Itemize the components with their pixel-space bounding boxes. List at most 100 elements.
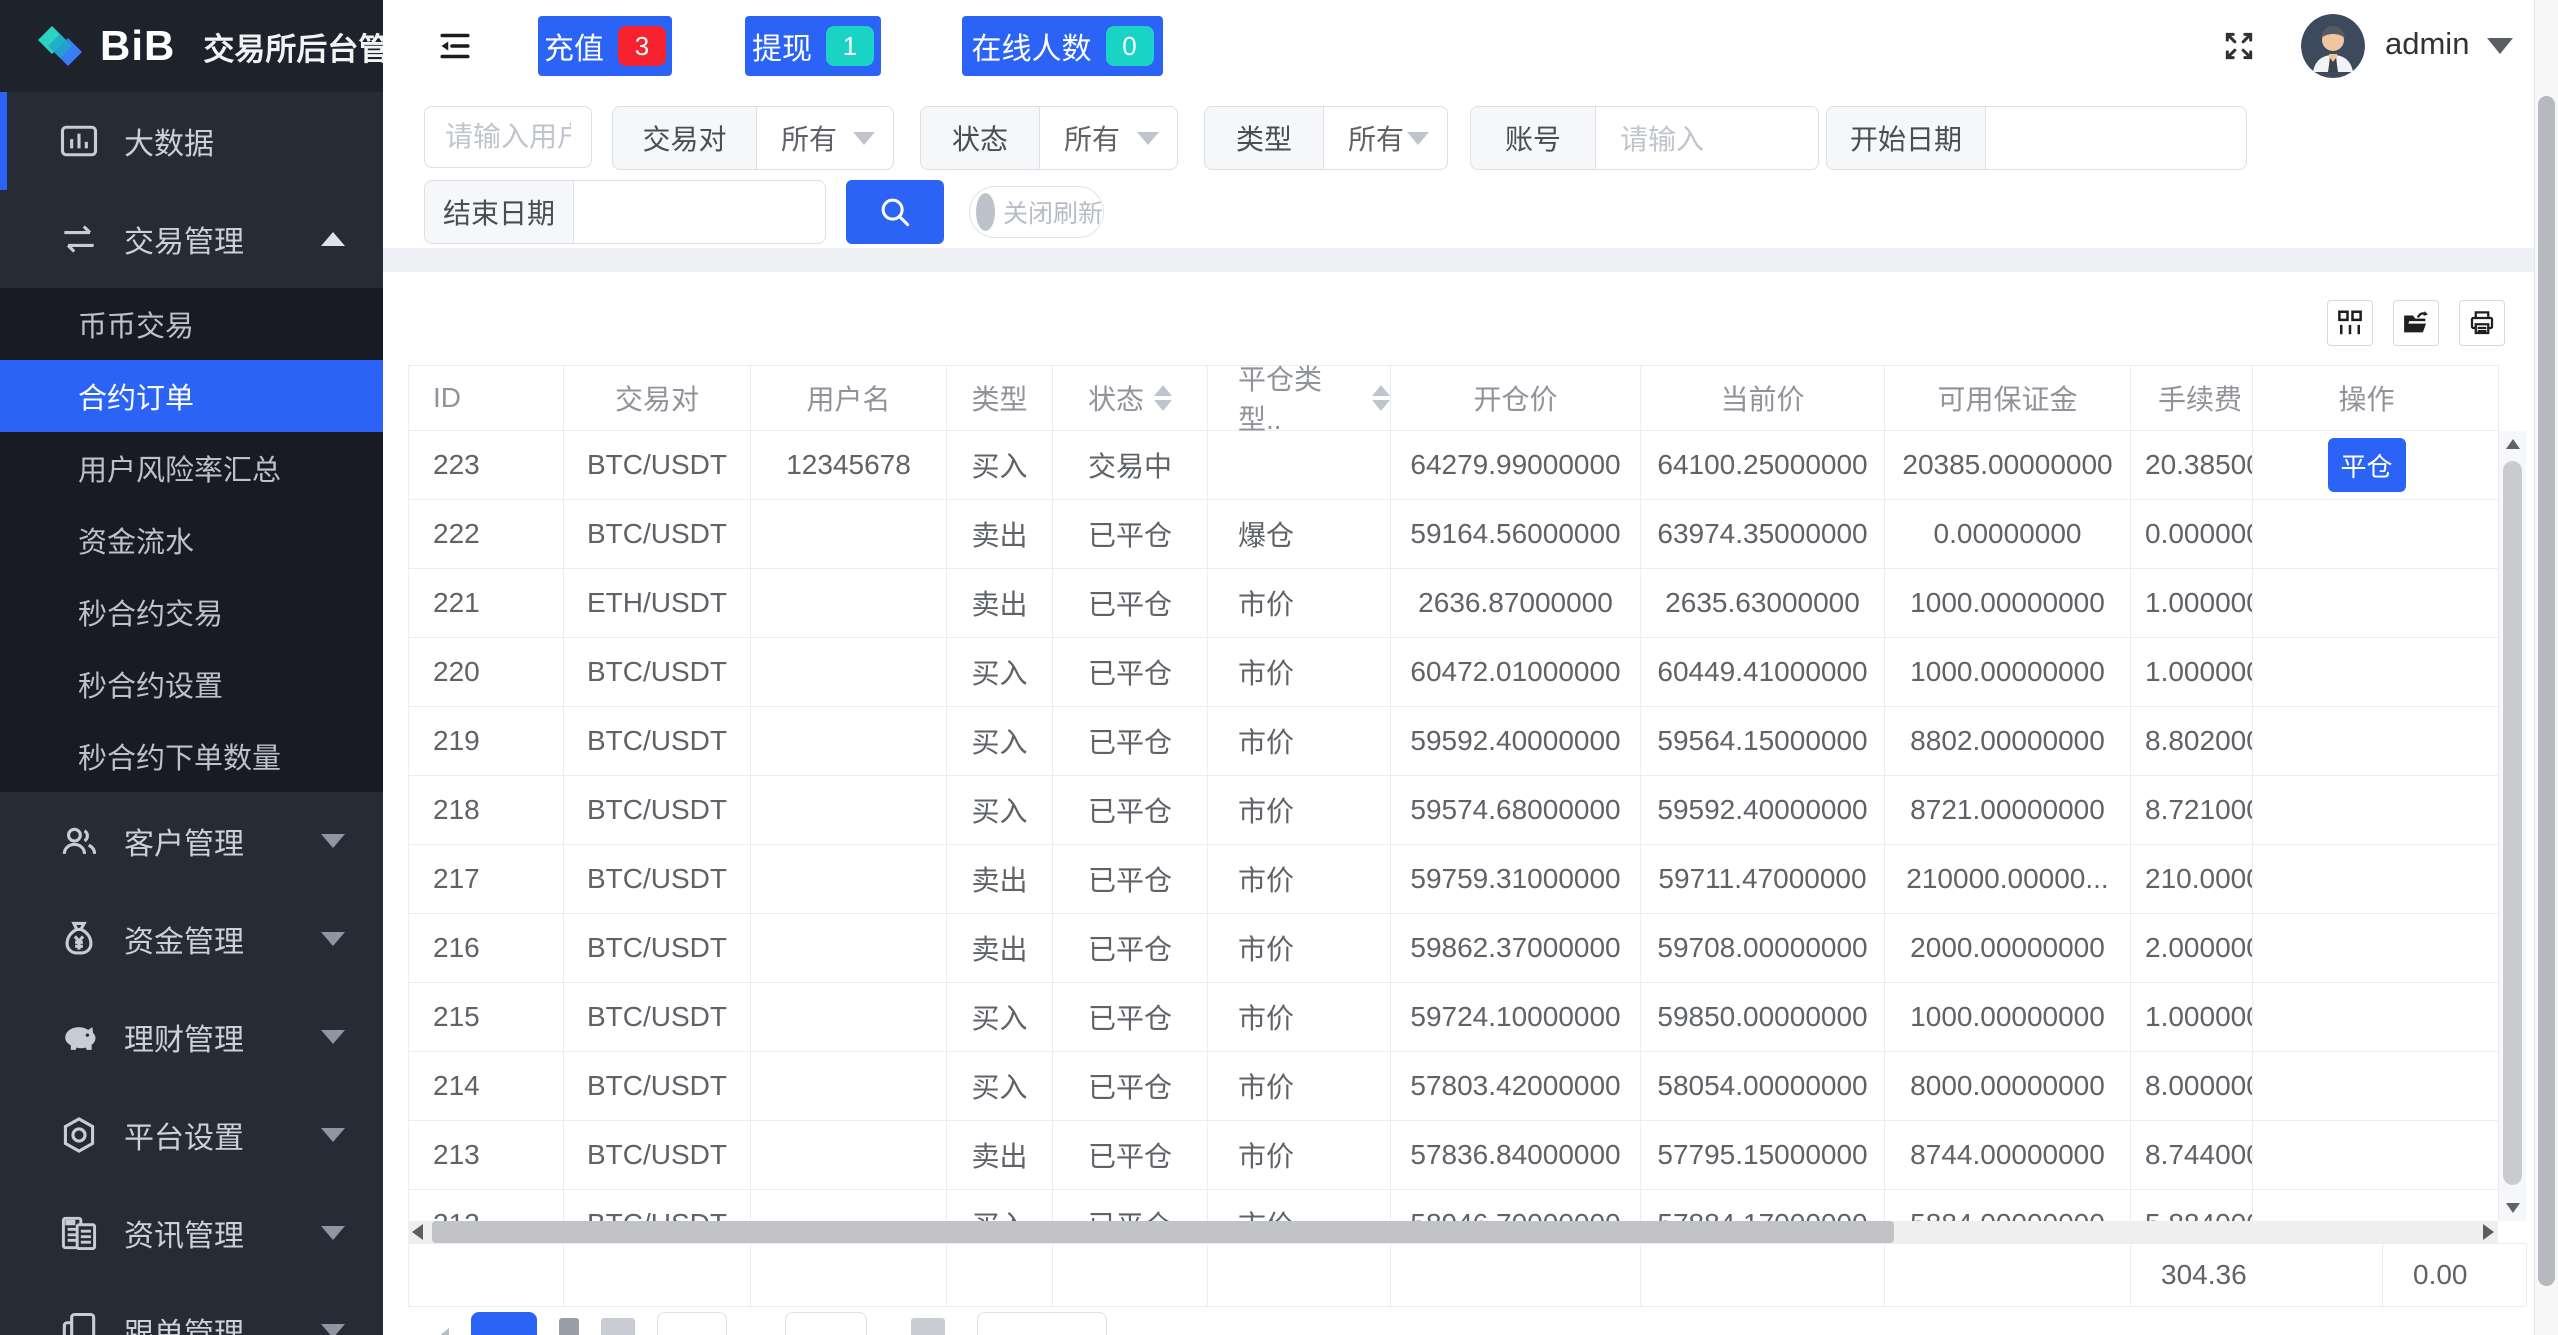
page-size-select[interactable] xyxy=(785,1312,867,1335)
cell-margin: 0.00000000 xyxy=(1885,500,2131,568)
cell-type: 买入 xyxy=(947,638,1053,706)
columns-button[interactable] xyxy=(2327,300,2373,346)
pagination-page-box[interactable] xyxy=(657,1312,727,1335)
account-field[interactable]: 账号 请输入 xyxy=(1470,106,1819,170)
sidebar: BiB 交易所后台管理 大数据 交易管理 币币交易 合约订单 用户风险率汇总 资… xyxy=(0,0,420,1335)
cell-pair: BTC/USDT xyxy=(564,1121,751,1189)
cell-current_price: 2635.63000000 xyxy=(1641,569,1885,637)
search-button[interactable] xyxy=(846,180,944,244)
cell-id: 220 xyxy=(409,638,564,706)
sort-carets-icon[interactable] xyxy=(1372,385,1390,411)
pair-select[interactable]: 交易对 所有 xyxy=(612,106,894,170)
start-date-field[interactable]: 开始日期 xyxy=(1826,106,2247,170)
printer-icon xyxy=(2467,308,2497,338)
fullscreen-icon[interactable] xyxy=(2219,26,2259,66)
page-scrollbar[interactable] xyxy=(2534,0,2558,1335)
vertical-scroll-thumb[interactable] xyxy=(2503,461,2522,1185)
user-avatar[interactable] xyxy=(2301,14,2365,78)
pagination-prev-icon[interactable] xyxy=(433,1328,449,1335)
recharge-button[interactable]: 充值 3 xyxy=(538,16,672,76)
orders-panel: ID 交易对 用户名 类型 状态 平仓类型.. 开仓价 当前价 可用保证金 手续费 223 BTC/U… xyxy=(383,272,2534,1335)
sidebar-item-second-contract-settings[interactable]: 秒合约设置 xyxy=(0,648,383,720)
sidebar-item-trade-mgmt[interactable]: 交易管理 xyxy=(0,190,383,288)
export-button[interactable] xyxy=(2393,300,2439,346)
table-row: 215 BTC/USDT 买入 已平仓 市价 59724.10000000 59850.00… xyxy=(409,983,2499,1052)
brand-diamond-icon xyxy=(34,20,86,72)
cell-margin: 20385.00000000 xyxy=(1885,431,2131,499)
account-placeholder: 请输入 xyxy=(1620,124,1705,155)
page-jump-input[interactable] xyxy=(977,1312,1107,1335)
online-users-button[interactable]: 在线人数 0 xyxy=(962,16,1163,76)
sidebar-item-funds-mgmt[interactable]: 资金管理 xyxy=(0,890,383,988)
cell-action xyxy=(2253,845,2480,914)
chevron-down-icon xyxy=(853,131,875,145)
cell-pair: BTC/USDT xyxy=(564,431,751,499)
sidebar-item-customer-mgmt[interactable]: 客户管理 xyxy=(0,792,383,890)
sidebar-item-spot-trade[interactable]: 币币交易 xyxy=(0,288,383,360)
scroll-left-icon[interactable] xyxy=(412,1224,423,1240)
app: BiB 交易所后台管理 大数据 交易管理 币币交易 合约订单 用户风险率汇总 资… xyxy=(0,0,2558,1335)
section-divider xyxy=(383,248,2534,272)
table-row: 212BTC/USDT 买入已平仓市价58946.7000000057884.17… xyxy=(409,1190,2499,1221)
sidebar-item-fund-flow[interactable]: 资金流水 xyxy=(0,504,383,576)
cell-id: 214 xyxy=(409,1052,564,1120)
cell-margin: 1000.00000000 xyxy=(1885,569,2131,637)
sidebar-item-wealth-mgmt[interactable]: 理财管理 xyxy=(0,988,383,1086)
horizontal-scrollbar[interactable] xyxy=(408,1221,2498,1243)
column-header[interactable]: 平仓类型.. xyxy=(1208,365,1391,435)
app-logo: BiB 交易所后台管理 xyxy=(0,0,420,92)
cell-current_price: 59592.40000000 xyxy=(1641,776,1885,844)
cell-id: 212 xyxy=(409,1190,564,1221)
cell-type: 买入 xyxy=(947,1052,1053,1120)
print-button[interactable] xyxy=(2459,300,2505,346)
sidebar-item-contract-orders[interactable]: 合约订单 xyxy=(0,360,383,432)
cell-current_price: 57884.17000000 xyxy=(1641,1190,1885,1221)
cell-id: 216 xyxy=(409,914,564,982)
cell-close_type: 市价 xyxy=(1208,776,1391,844)
scroll-up-icon[interactable] xyxy=(2506,439,2520,449)
end-date-field[interactable]: 结束日期 xyxy=(424,180,826,244)
cell-id: 222 xyxy=(409,500,564,568)
cell-user xyxy=(751,1121,947,1189)
cell-type: 买入 xyxy=(947,1190,1053,1221)
scroll-down-icon[interactable] xyxy=(2506,1203,2520,1213)
cell-open_price: 59862.37000000 xyxy=(1391,914,1641,982)
sidebar-item-bigdata[interactable]: 大数据 xyxy=(0,92,383,190)
sidebar-item-risk-summary[interactable]: 用户风险率汇总 xyxy=(0,432,383,504)
cell-open_price: 59574.68000000 xyxy=(1391,776,1641,844)
page-scroll-thumb[interactable] xyxy=(2538,96,2555,1286)
sidebar-item-second-contract-trade[interactable]: 秒合约交易 xyxy=(0,576,383,648)
sidebar-item-news-mgmt[interactable]: 资讯管理 xyxy=(0,1184,383,1282)
horizontal-scroll-thumb[interactable] xyxy=(432,1221,1894,1243)
vertical-scrollbar[interactable] xyxy=(2498,431,2526,1221)
chevron-down-icon xyxy=(321,1030,345,1044)
scroll-right-icon[interactable] xyxy=(2483,1224,2494,1240)
cell-user xyxy=(751,569,947,637)
close-position-button[interactable]: 平仓 xyxy=(2327,438,2406,492)
user-id-input[interactable] xyxy=(424,106,592,168)
search-icon xyxy=(876,193,914,231)
pagination-page-active[interactable] xyxy=(471,1312,537,1335)
cell-action: 平仓 xyxy=(2253,431,2480,500)
withdraw-button[interactable]: 提现 1 xyxy=(745,16,881,76)
topbar: 充值 3 提现 1 在线人数 0 admin xyxy=(383,0,2534,93)
sidebar-item-second-contract-amount[interactable]: 秒合约下单数量 xyxy=(0,720,383,792)
cell-status: 已平仓 xyxy=(1053,500,1208,568)
cell-open_price: 57803.42000000 xyxy=(1391,1052,1641,1120)
column-header[interactable]: 状态 xyxy=(1053,366,1208,430)
pagination-page[interactable] xyxy=(559,1318,579,1335)
username[interactable]: admin xyxy=(2385,26,2469,62)
cell-pair: BTC/USDT xyxy=(564,1052,751,1120)
cell-pair: ETH/USDT xyxy=(564,569,751,637)
refresh-toggle[interactable]: 关闭刷新 xyxy=(969,186,1104,238)
user-menu-caret-icon[interactable] xyxy=(2487,38,2513,54)
sidebar-item-platform-settings[interactable]: 平台设置 xyxy=(0,1086,383,1184)
type-select[interactable]: 类型 所有 xyxy=(1204,106,1448,170)
status-select[interactable]: 状态 所有 xyxy=(920,106,1178,170)
sort-carets-icon[interactable] xyxy=(1154,385,1172,411)
cell-pair: BTC/USDT xyxy=(564,638,751,706)
cell-action xyxy=(2253,707,2480,776)
sidebar-collapse-icon[interactable] xyxy=(437,28,473,64)
sidebar-item-copy-trade-mgmt[interactable]: 跟单管理 xyxy=(0,1282,383,1335)
cell-type: 卖出 xyxy=(947,569,1053,637)
